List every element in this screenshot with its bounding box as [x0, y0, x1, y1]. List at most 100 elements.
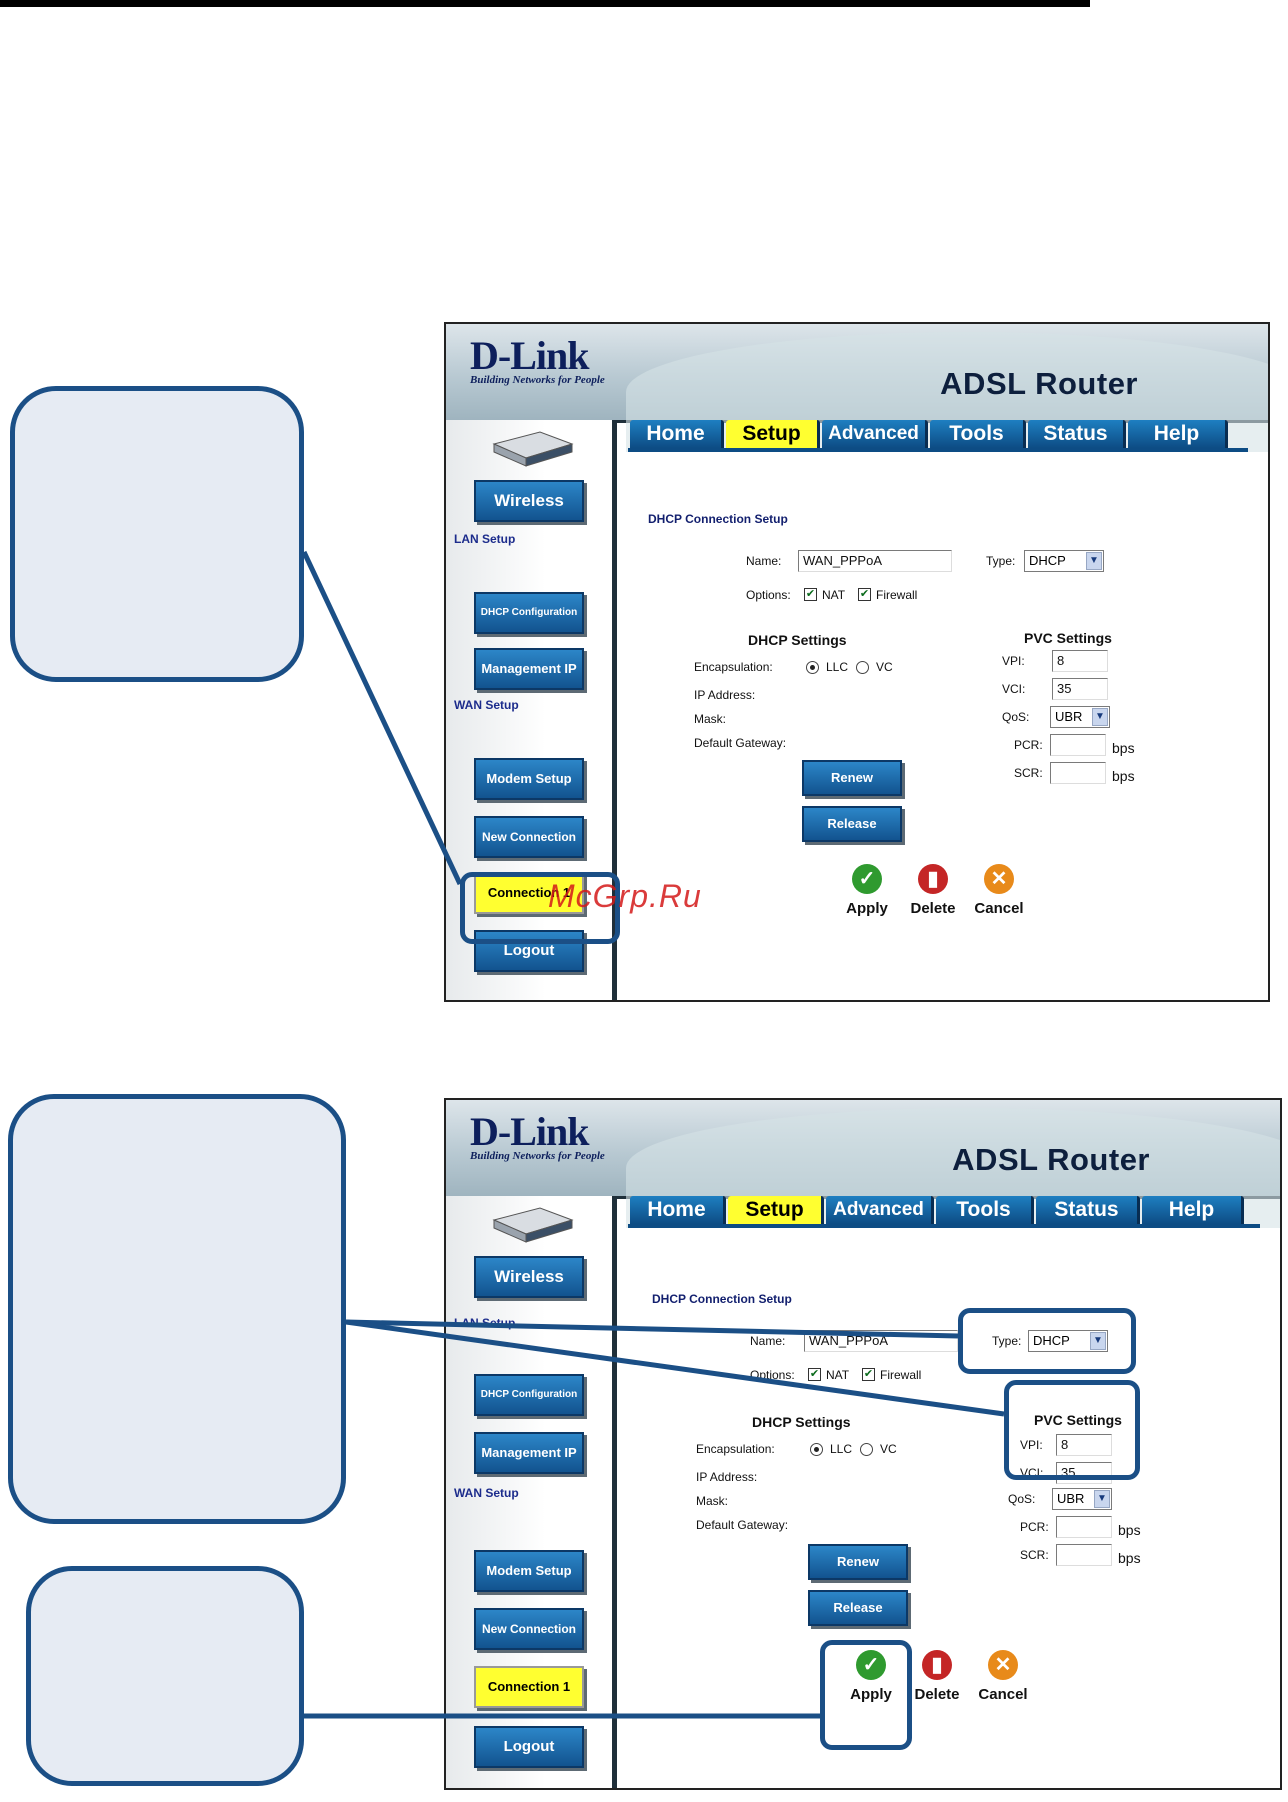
tab-advanced[interactable]: Advanced	[822, 420, 928, 448]
llc-radio[interactable]	[810, 1443, 823, 1456]
vpi-field[interactable]: 8	[1052, 650, 1108, 672]
vci-label: VCI:	[1002, 682, 1026, 696]
name-field[interactable]: WAN_PPPoA	[804, 1330, 958, 1352]
options-label: Options:	[750, 1368, 795, 1382]
release-button[interactable]: Release	[808, 1590, 908, 1626]
name-field[interactable]: WAN_PPPoA	[798, 550, 952, 572]
tab-underline	[628, 448, 1248, 452]
trash-icon: ▮	[918, 864, 948, 894]
llc-label: LLC	[826, 660, 849, 674]
sidebar-wireless-button[interactable]: Wireless	[474, 1256, 584, 1298]
delete-button[interactable]: ▮ Delete	[898, 864, 968, 917]
type-select[interactable]: DHCP ▼	[1024, 550, 1104, 572]
tab-advanced[interactable]: Advanced	[826, 1196, 934, 1224]
release-button[interactable]: Release	[802, 806, 902, 842]
sidebar-modem-setup-button[interactable]: Modem Setup	[474, 758, 584, 800]
pcr-unit: bps	[1112, 740, 1135, 756]
product-title: ADSL Router	[952, 1142, 1150, 1177]
chevron-down-icon: ▼	[1086, 552, 1102, 570]
qos-select[interactable]: UBR ▼	[1050, 706, 1110, 728]
tab-bar: Home Setup Advanced Tools Status Help	[630, 420, 1248, 450]
product-title: ADSL Router	[940, 366, 1138, 401]
wan-setup-label: WAN Setup	[454, 698, 519, 712]
pvc-settings-heading: PVC Settings	[1024, 630, 1112, 646]
nat-label: NAT	[826, 1368, 850, 1382]
cancel-button[interactable]: ✕ Cancel	[968, 1650, 1038, 1703]
type-label: Type:	[986, 554, 1016, 568]
firewall-checkbox[interactable]: ✔	[858, 588, 871, 601]
scr-field[interactable]	[1056, 1544, 1112, 1566]
callout-box-1	[10, 386, 304, 682]
firewall-label: Firewall	[880, 1368, 922, 1382]
tab-tools[interactable]: Tools	[930, 420, 1026, 448]
firewall-label: Firewall	[876, 588, 918, 602]
sidebar-wireless-button[interactable]: Wireless	[474, 480, 584, 522]
pcr-field[interactable]	[1056, 1516, 1112, 1538]
sidebar-modem-setup-button[interactable]: Modem Setup	[474, 1550, 584, 1592]
dhcp-settings-heading: DHCP Settings	[752, 1414, 851, 1430]
nat-checkbox[interactable]: ✔	[804, 588, 817, 601]
watermark: McGrp.Ru	[548, 878, 702, 914]
scr-unit: bps	[1112, 768, 1135, 784]
tab-setup[interactable]: Setup	[728, 1196, 824, 1224]
tab-tools[interactable]: Tools	[936, 1196, 1034, 1224]
page-title: DHCP Connection Setup	[648, 512, 788, 526]
vpi-label: VPI:	[1002, 654, 1025, 668]
callout-box-3	[26, 1566, 304, 1786]
llc-radio[interactable]	[806, 661, 819, 674]
apply-button[interactable]: ✓ Apply	[832, 864, 902, 917]
vc-label: VC	[876, 660, 893, 674]
mask-label: Mask:	[696, 1494, 729, 1508]
pcr-label: PCR:	[1014, 738, 1043, 752]
delete-button[interactable]: ▮ Delete	[902, 1650, 972, 1703]
scr-field[interactable]	[1050, 762, 1106, 784]
dlink-logo: D-Link Building Networks for People	[470, 333, 605, 387]
qos-label: QoS:	[1008, 1492, 1036, 1506]
renew-button[interactable]: Renew	[808, 1544, 908, 1580]
header-banner: D-Link Building Networks for People ADSL…	[446, 1100, 1280, 1228]
tab-status[interactable]: Status	[1028, 420, 1126, 448]
name-label: Name:	[746, 554, 782, 568]
llc-label: LLC	[830, 1442, 853, 1456]
dhcp-settings-heading: DHCP Settings	[748, 632, 847, 648]
sidebar-management-ip-button[interactable]: Management IP	[474, 648, 584, 690]
vc-radio[interactable]	[860, 1443, 873, 1456]
nat-label: NAT	[822, 588, 846, 602]
vci-field[interactable]: 35	[1052, 678, 1108, 700]
sidebar-dhcp-configuration-button[interactable]: DHCP Configuration	[474, 1374, 584, 1416]
apply-highlight	[820, 1640, 912, 1750]
router-device-icon	[492, 431, 574, 467]
sidebar-new-connection-button[interactable]: New Connection	[474, 1608, 584, 1650]
cancel-icon: ✕	[984, 864, 1014, 894]
cancel-icon: ✕	[988, 1650, 1018, 1680]
firewall-checkbox[interactable]: ✔	[862, 1368, 875, 1381]
tab-setup[interactable]: Setup	[726, 420, 820, 448]
name-label: Name:	[750, 1334, 786, 1348]
tab-home[interactable]: Home	[630, 420, 724, 448]
renew-button[interactable]: Renew	[802, 760, 902, 796]
sidebar-new-connection-button[interactable]: New Connection	[474, 816, 584, 858]
tab-help[interactable]: Help	[1142, 1196, 1244, 1224]
top-rule	[0, 0, 1090, 7]
sidebar-connection-button[interactable]: Connection 1	[474, 1666, 584, 1708]
qos-select[interactable]: UBR ▼	[1052, 1488, 1112, 1510]
options-label: Options:	[746, 588, 791, 602]
encapsulation-label: Encapsulation:	[694, 660, 773, 674]
router-device-icon	[492, 1207, 574, 1243]
tab-status[interactable]: Status	[1036, 1196, 1140, 1224]
trash-icon: ▮	[922, 1650, 952, 1680]
tab-help[interactable]: Help	[1128, 420, 1228, 448]
default-gateway-label: Default Gateway:	[696, 1518, 789, 1532]
sidebar-dhcp-configuration-button[interactable]: DHCP Configuration	[474, 592, 584, 634]
vc-label: VC	[880, 1442, 897, 1456]
sidebar-logout-button[interactable]: Logout	[474, 1726, 584, 1768]
sidebar-management-ip-button[interactable]: Management IP	[474, 1432, 584, 1474]
vc-radio[interactable]	[856, 661, 869, 674]
cancel-button[interactable]: ✕ Cancel	[964, 864, 1034, 917]
tab-home[interactable]: Home	[630, 1196, 726, 1224]
nat-checkbox[interactable]: ✔	[808, 1368, 821, 1381]
chevron-down-icon: ▼	[1094, 1490, 1110, 1508]
chevron-down-icon: ▼	[1092, 708, 1108, 726]
type-highlight	[958, 1308, 1136, 1374]
pcr-field[interactable]	[1050, 734, 1106, 756]
